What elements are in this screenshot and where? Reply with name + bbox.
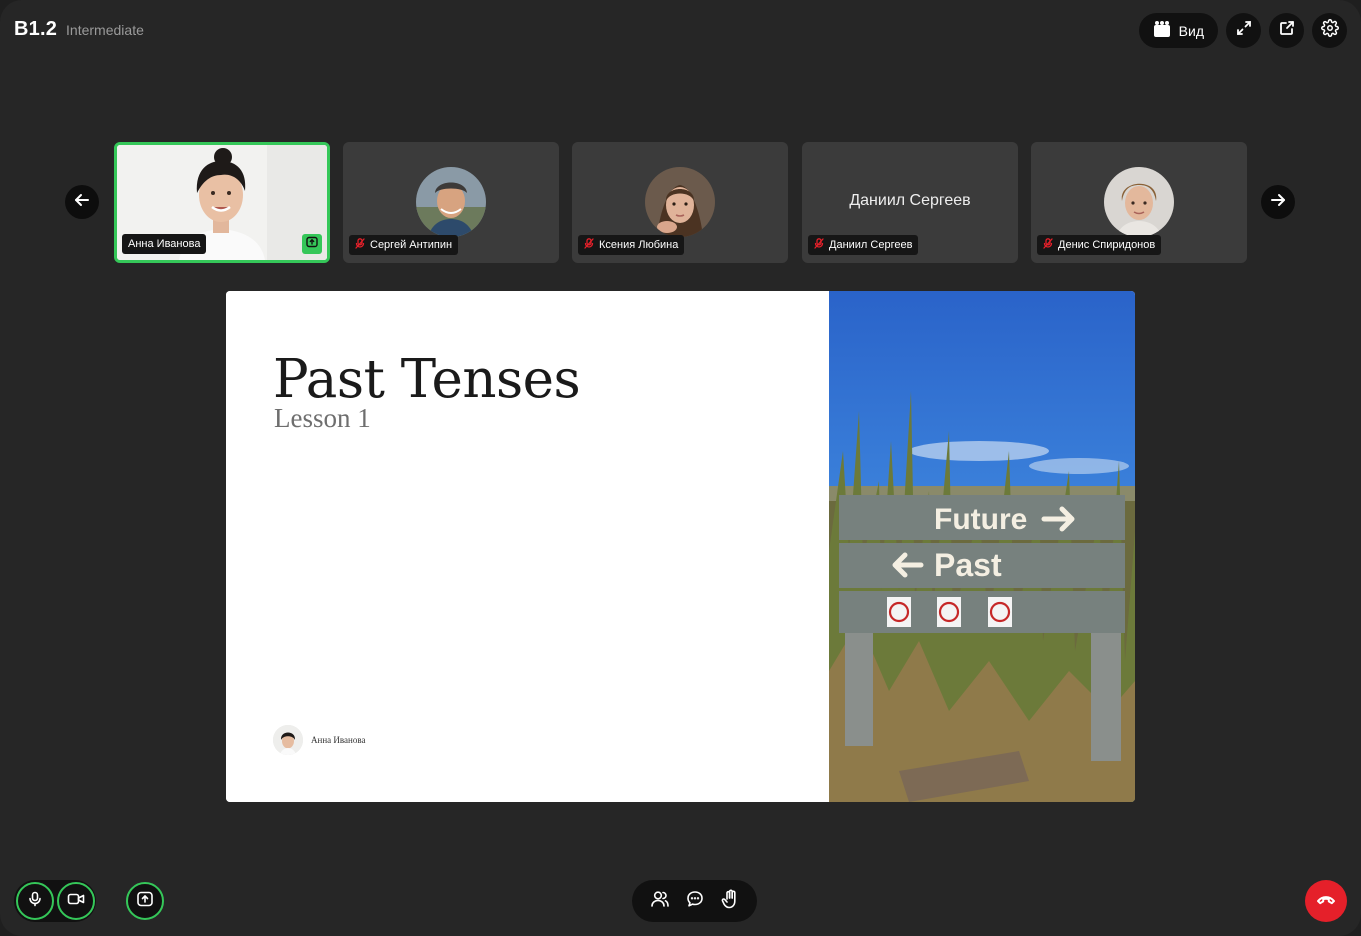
participant-tile-daniil[interactable]: Даниил Сергеев Даниил Сергеев [802,142,1018,263]
participant-tile-denis[interactable]: Денис Спиридонов [1031,142,1247,263]
end-call-icon [1316,892,1336,910]
participant-display-name: Даниил Сергеев [849,192,971,209]
share-screen-icon [306,235,318,253]
external-window-icon [1279,20,1295,41]
mic-off-icon [814,238,824,252]
participants-icon [650,890,670,913]
participant-name-label: Сергей Антипин [349,235,459,255]
slide-author: Анна Иванова [273,725,365,755]
share-screen-button[interactable] [126,882,164,920]
participant-tile-anna[interactable]: Анна Иванова [114,142,330,263]
prohibition-signs [887,597,1012,627]
avatar [1104,167,1174,237]
conference-window: B1.2 Intermediate Вид Анна Иванова Серге… [0,0,1361,936]
raise-hand-button[interactable] [715,886,745,916]
course-info: B1.2 Intermediate [14,18,144,41]
participant-name-label: Даниил Сергеев [808,235,919,255]
slide-signpost-photo: Future Past [829,291,1135,802]
participant-name-label: Анна Иванова [122,234,207,254]
avatar [273,725,303,755]
arrow-right-icon [1270,192,1286,213]
course-level: Intermediate [66,22,144,38]
slide-author-name: Анна Иванова [311,735,366,745]
view-button[interactable]: Вид [1138,13,1218,48]
settings-button[interactable] [1312,13,1347,48]
slide-subtitle: Lesson 1 [274,403,371,433]
chat-icon [686,890,704,913]
slide-title: Past Tenses [273,349,581,410]
top-toolbar: Вид [1138,13,1347,48]
avatar [645,167,715,237]
mic-off-icon [355,238,365,252]
camera-button[interactable] [57,882,95,920]
arrow-left-icon [74,192,90,213]
fullscreen-icon [1236,20,1252,41]
fullscreen-button[interactable] [1226,13,1261,48]
mic-off-icon [1043,238,1053,252]
prev-participants-button[interactable] [65,185,99,219]
grid-view-icon [1153,20,1171,41]
raise-hand-icon [721,889,739,914]
mic-off-icon [584,238,594,252]
screen-share-badge [302,234,322,254]
next-participants-button[interactable] [1261,185,1295,219]
collaboration-controls-group [632,880,757,922]
slide-text-panel: Past Tenses Lesson 1 Анна Иванова [226,291,829,802]
avatar [416,167,486,237]
camera-icon [67,891,85,912]
view-button-label: Вид [1178,22,1204,39]
end-call-button[interactable] [1305,880,1347,922]
microphone-button[interactable] [16,882,54,920]
participant-name-label: Денис Спиридонов [1037,235,1162,255]
participants-button[interactable] [645,886,675,916]
course-code: B1.2 [14,18,58,40]
participant-name-label: Ксения Любина [578,235,685,255]
participant-tile-ksenia[interactable]: Ксения Любина [572,142,788,263]
shared-presentation-slide[interactable]: Past Tenses Lesson 1 Анна Иванова Future… [226,291,1135,802]
sign-future-text: Future [934,503,1027,536]
chat-button[interactable] [680,886,710,916]
gear-icon [1320,19,1339,42]
sign-past-text: Past [934,547,1002,583]
open-external-button[interactable] [1269,13,1304,48]
microphone-icon [27,891,43,912]
share-screen-icon [136,890,154,913]
participant-tile-sergey[interactable]: Сергей Антипин [343,142,559,263]
